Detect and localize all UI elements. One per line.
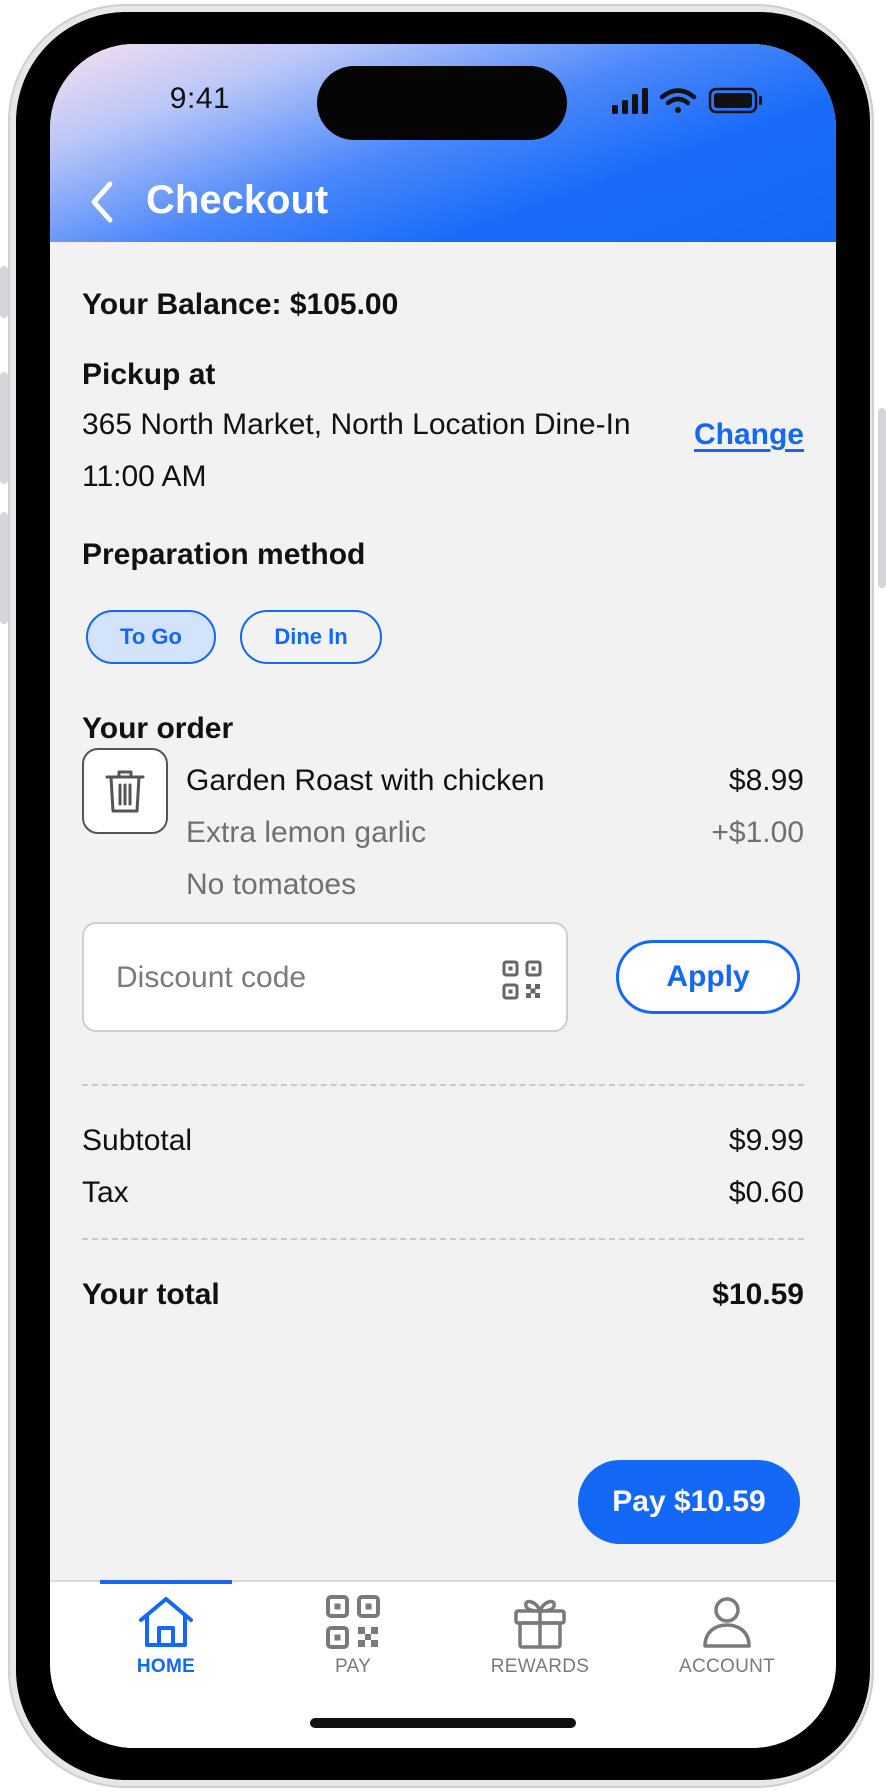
signal-icon <box>612 88 648 114</box>
pickup-location: 365 North Market, North Location Dine-In <box>82 408 631 441</box>
preparation-heading: Preparation method <box>82 538 366 571</box>
tab-label: REWARDS <box>490 1656 590 1677</box>
tax-value: $0.60 <box>728 1176 804 1209</box>
order-item-price: $8.99 <box>728 764 804 797</box>
qr-code-icon <box>326 1595 380 1649</box>
silent-switch <box>0 266 8 318</box>
order-item-name: Garden Roast with chicken <box>186 764 545 797</box>
order-heading: Your order <box>82 712 234 745</box>
remove-item-button[interactable] <box>82 748 168 834</box>
divider <box>82 1238 804 1240</box>
gift-icon <box>514 1599 566 1649</box>
subtotal-label: Subtotal <box>82 1124 193 1157</box>
status-icons <box>612 87 762 114</box>
tab-label: HOME <box>136 1656 196 1677</box>
back-button[interactable] <box>84 178 124 226</box>
dine-in-option[interactable]: Dine In <box>240 610 382 664</box>
volume-up-button <box>0 372 8 484</box>
tab-rewards[interactable]: REWARDS <box>455 1594 625 1694</box>
balance-text: Your Balance: $105.00 <box>82 288 399 321</box>
total-label: Your total <box>82 1278 220 1311</box>
tab-home[interactable]: HOME <box>81 1594 251 1694</box>
order-item-modifier: Extra lemon garlic <box>186 816 427 849</box>
chevron-left-icon <box>91 181 113 223</box>
page-title: Checkout <box>146 178 329 222</box>
divider <box>82 1084 804 1086</box>
screen: 9:41 Checkout Your Balance: $105.00 Pick… <box>50 44 836 1748</box>
pickup-heading: Pickup at <box>82 358 216 391</box>
qr-code-icon[interactable] <box>502 960 542 1000</box>
to-go-option[interactable]: To Go <box>86 610 216 664</box>
discount-code-input[interactable] <box>114 954 478 1002</box>
tab-label: ACCOUNT <box>678 1656 776 1677</box>
order-item-modifier-price: +$1.00 <box>711 816 804 849</box>
tab-pay[interactable]: PAY <box>268 1594 438 1694</box>
tab-label: PAY <box>334 1656 372 1677</box>
tax-label: Tax <box>82 1176 129 1209</box>
battery-icon <box>708 87 762 114</box>
total-value: $10.59 <box>712 1278 804 1311</box>
home-indicator <box>310 1718 576 1728</box>
status-time: 9:41 <box>169 82 231 115</box>
trash-icon <box>105 770 145 813</box>
wifi-icon <box>659 88 697 113</box>
subtotal-value: $9.99 <box>728 1124 804 1157</box>
person-icon <box>703 1597 751 1648</box>
change-pickup-link[interactable]: Change <box>694 418 804 452</box>
dynamic-island <box>317 66 567 140</box>
active-tab-indicator <box>100 1580 232 1584</box>
pay-button[interactable]: Pay $10.59 <box>578 1460 800 1544</box>
discount-field <box>82 922 568 1032</box>
header-bar: 9:41 Checkout <box>50 44 836 242</box>
volume-down-button <box>0 512 8 624</box>
tab-account[interactable]: ACCOUNT <box>642 1594 812 1694</box>
order-item-modifier: No tomatoes <box>186 868 357 901</box>
apply-discount-button[interactable]: Apply <box>616 940 800 1014</box>
power-button <box>878 408 886 588</box>
pickup-time: 11:00 AM <box>82 460 207 493</box>
home-icon <box>139 1597 193 1647</box>
